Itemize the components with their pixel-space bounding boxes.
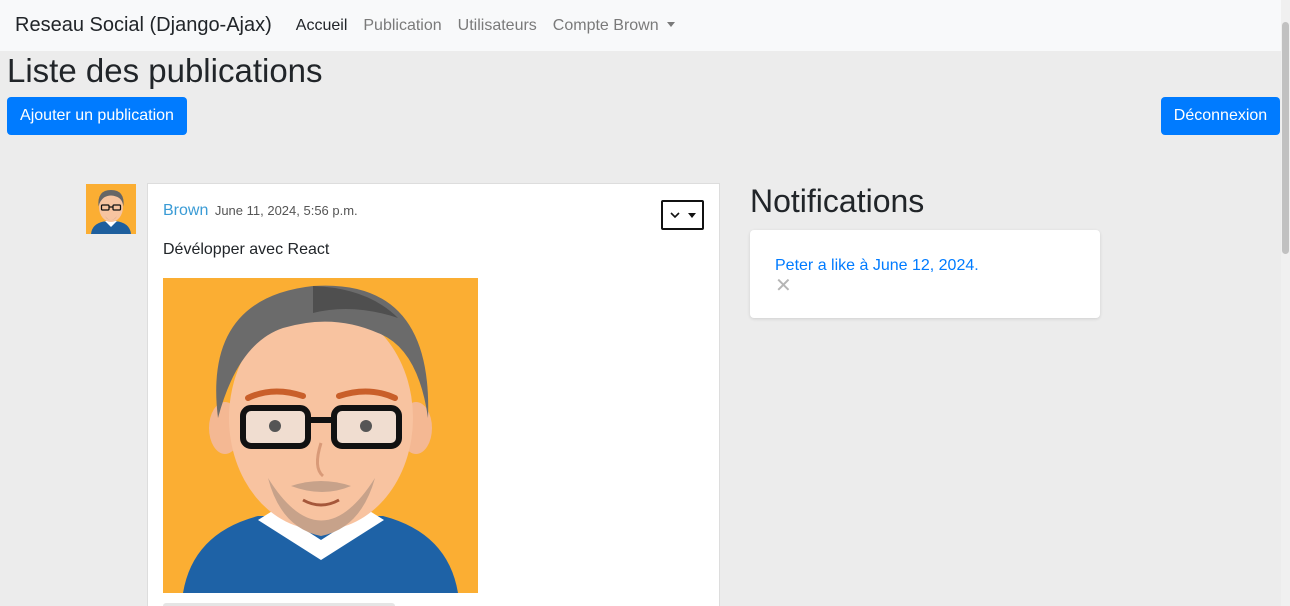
post-date: June 11, 2024, 5:56 p.m. [214,203,358,218]
nav-link-publication[interactable]: Publication [355,17,449,35]
chevron-down-icon [669,211,680,218]
navbar-brand[interactable]: Reseau Social (Django-Ajax) [15,14,272,37]
post-options-dropdown[interactable] [661,200,704,230]
post-image [163,278,478,593]
nav-links: Accueil Publication Utilisateurs Compte … [288,17,683,35]
notification-link[interactable]: Peter a like à June 12, 2024. [775,257,979,275]
scrollbar-thumb[interactable] [1282,22,1289,254]
nav-link-accueil[interactable]: Accueil [288,17,356,35]
caret-down-icon [687,212,696,218]
avatar-image [86,184,136,234]
caret-down-icon [666,21,675,27]
post-author-link[interactable]: Brown [163,202,208,219]
post-text: Dévélopper avec React [163,241,330,258]
nav-dropdown-compte[interactable]: Compte Brown [545,17,683,35]
top-navbar: Reseau Social (Django-Ajax) Accueil Publ… [0,0,1281,51]
post-header: Brown June 11, 2024, 5:56 p.m. [163,202,358,220]
post-author-avatar[interactable] [86,184,136,234]
add-publication-button[interactable]: Ajouter un publication [7,97,187,135]
logout-button[interactable]: Déconnexion [1161,97,1280,135]
publication-card: Brown June 11, 2024, 5:56 p.m. Dévéloppe… [147,183,720,606]
nav-link-utilisateurs[interactable]: Utilisateurs [450,17,545,35]
close-icon[interactable]: ✕ [775,276,792,296]
notifications-title: Notifications [750,183,925,219]
page-title: Liste des publications [7,52,323,89]
page-scrollbar[interactable] [1281,0,1290,606]
notification-card: Peter a like à June 12, 2024. ✕ [750,230,1100,318]
nav-dropdown-compte-label: Compte Brown [552,16,659,34]
post-avatar-illustration [163,278,478,593]
